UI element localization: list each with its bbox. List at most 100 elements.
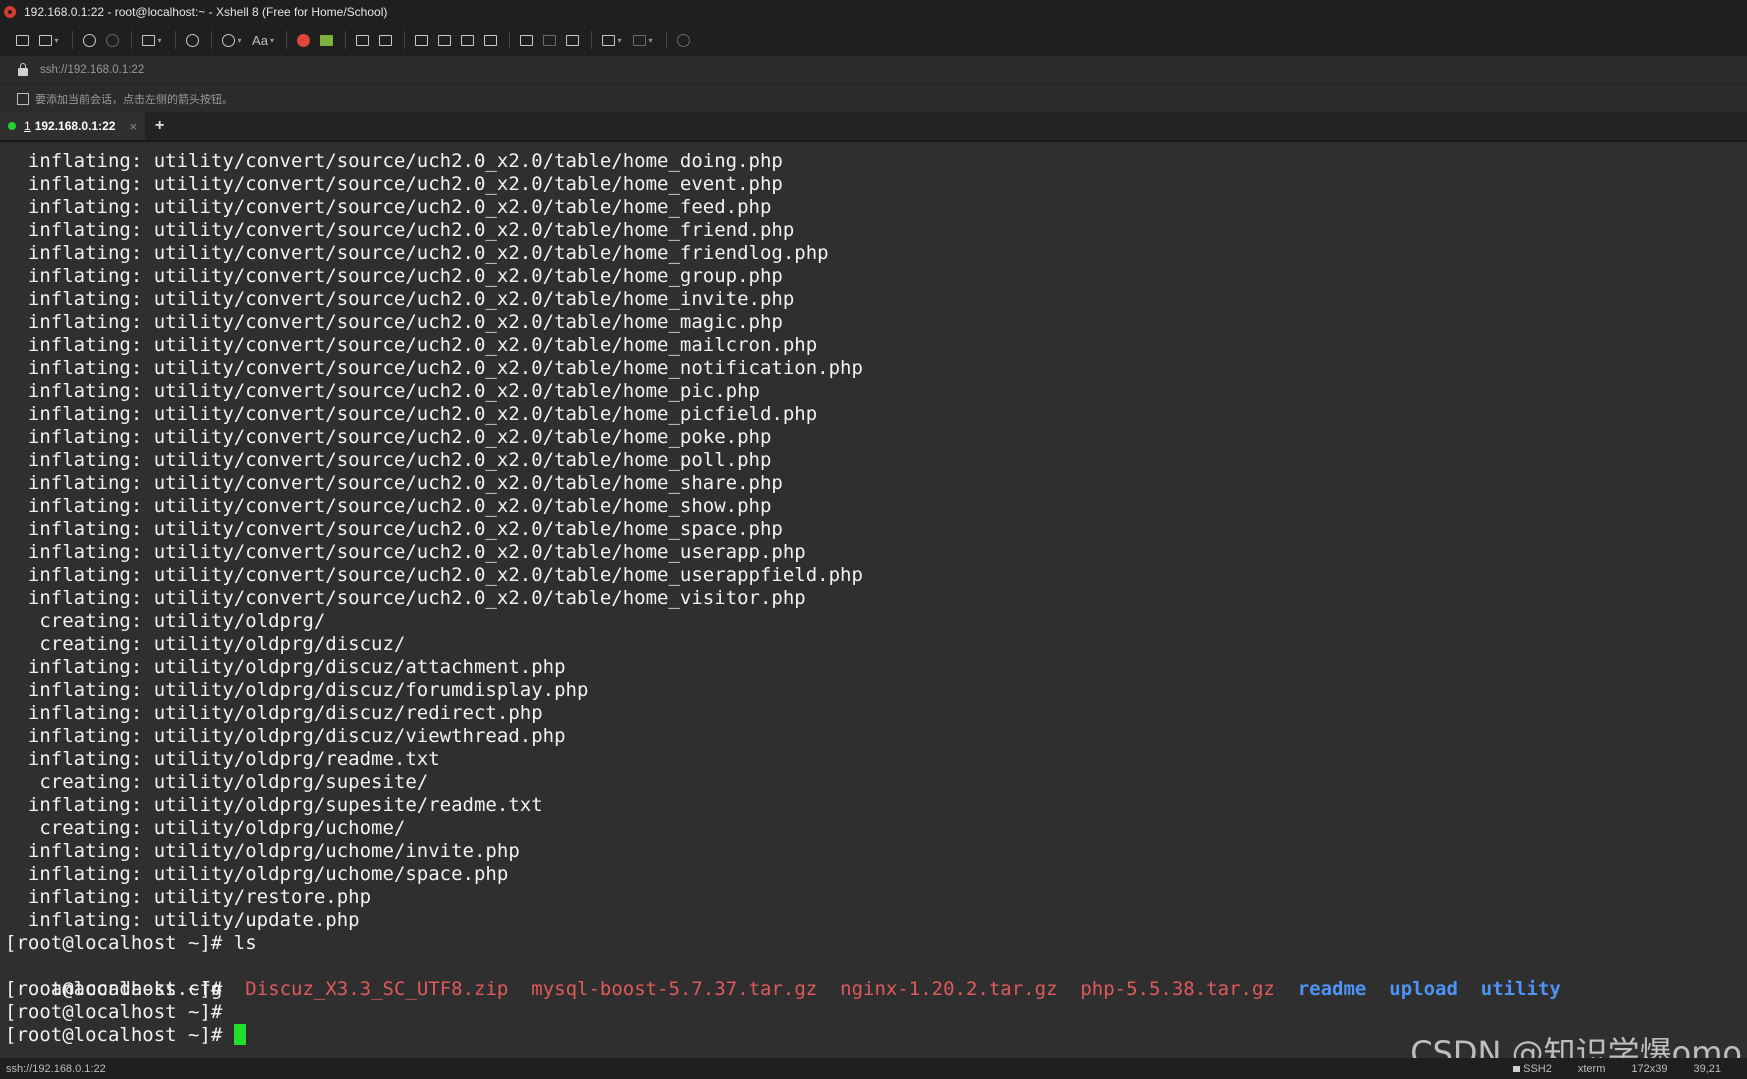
terminal-line: inflating: utility/convert/source/uch2.0… bbox=[5, 288, 795, 310]
ls-output-line: anaconda-ks.cfg Discuz_X3.3_SC_UTF8.zip … bbox=[0, 955, 1747, 1000]
new-window-icon[interactable] bbox=[138, 30, 166, 50]
terminal-line: inflating: utility/convert/source/uch2.0… bbox=[5, 518, 783, 540]
status-protocol: SSH2 bbox=[1513, 1063, 1552, 1075]
xshell-icon[interactable] bbox=[293, 30, 313, 50]
terminal-line: inflating: utility/convert/source/uch2.0… bbox=[5, 495, 772, 517]
transfer-icon[interactable] bbox=[457, 30, 477, 50]
toolbar-divider bbox=[286, 31, 287, 49]
new-session-icon[interactable] bbox=[12, 30, 32, 50]
terminal-line: creating: utility/oldprg/ bbox=[5, 610, 326, 632]
globe-icon[interactable] bbox=[218, 30, 246, 50]
terminal-cursor bbox=[233, 1024, 246, 1045]
terminal-line: creating: utility/oldprg/discuz/ bbox=[5, 633, 406, 655]
window-title: 192.168.0.1:22 - root@localhost:~ - Xshe… bbox=[24, 5, 388, 19]
toolbar-divider bbox=[509, 31, 510, 49]
status-address: ssh://192.168.0.1:22 bbox=[6, 1062, 106, 1075]
add-session-icon[interactable] bbox=[17, 92, 29, 105]
disconnect-icon[interactable] bbox=[102, 30, 122, 50]
terminal-line: inflating: utility/convert/source/uch2.0… bbox=[5, 564, 863, 586]
toolbar-divider bbox=[345, 31, 346, 49]
xftp-icon[interactable] bbox=[316, 30, 336, 50]
lock-icon bbox=[18, 63, 28, 76]
ls-entry: php-5.5.38.tar.gz bbox=[1080, 978, 1275, 1000]
reconnect-icon[interactable] bbox=[79, 30, 99, 50]
terminal-line: inflating: utility/convert/source/uch2.0… bbox=[5, 242, 829, 264]
lock-icon[interactable] bbox=[375, 30, 395, 50]
font-icon[interactable]: Aa bbox=[249, 30, 277, 50]
terminal-line: inflating: utility/convert/source/uch2.0… bbox=[5, 357, 863, 379]
terminal-line: inflating: utility/convert/source/uch2.0… bbox=[5, 587, 806, 609]
lock-icon bbox=[1513, 1065, 1521, 1072]
session-hint-bar: 要添加当前会话，点击左侧的箭头按钮。 bbox=[0, 85, 1747, 112]
prompt-text: [root@localhost ~]# bbox=[5, 1024, 234, 1046]
status-terminal-type: xterm bbox=[1577, 1062, 1606, 1075]
cascade-icon[interactable] bbox=[562, 30, 582, 50]
prompt-text: [root@localhost ~]# bbox=[5, 1001, 223, 1023]
toolbar-divider bbox=[131, 31, 132, 49]
terminal-line: inflating: utility/oldprg/uchome/invite.… bbox=[5, 840, 520, 862]
toolbar-divider bbox=[666, 31, 667, 49]
address-value[interactable]: ssh://192.168.0.1:22 bbox=[40, 64, 144, 76]
layout-icon[interactable] bbox=[598, 30, 626, 50]
status-bar: ssh://192.168.0.1:22 SSH2 xterm 172x39 3… bbox=[0, 1058, 1747, 1079]
terminal-line: creating: utility/oldprg/uchome/ bbox=[5, 817, 406, 839]
terminal-line: inflating: utility/oldprg/discuz/forumdi… bbox=[5, 679, 589, 701]
xshell-logo-icon bbox=[4, 5, 18, 19]
title-bar: 192.168.0.1:22 - root@localhost:~ - Xshe… bbox=[0, 0, 1747, 24]
terminal-line: inflating: utility/oldprg/readme.txt bbox=[5, 748, 440, 770]
terminal-line: inflating: utility/convert/source/uch2.0… bbox=[5, 150, 783, 172]
prompt-text: [root@localhost ~]# bbox=[5, 978, 223, 1000]
terminal-line: inflating: utility/oldprg/uchome/space.p… bbox=[5, 863, 509, 885]
tab-bar: 1 192.168.0.1:22 × + bbox=[0, 112, 1747, 142]
terminal-line: inflating: utility/convert/source/uch2.0… bbox=[5, 541, 806, 563]
tab-number: 1 bbox=[24, 119, 31, 133]
terminal-line: inflating: utility/oldprg/discuz/viewthr… bbox=[5, 725, 566, 747]
terminal-line: inflating: utility/convert/source/uch2.0… bbox=[5, 311, 783, 333]
close-tab-icon[interactable]: × bbox=[129, 119, 137, 134]
ls-entry: nginx-1.20.2.tar.gz bbox=[840, 978, 1058, 1000]
terminal-line: inflating: utility/convert/source/uch2.0… bbox=[5, 472, 783, 494]
ls-entry: Discuz_X3.3_SC_UTF8.zip bbox=[245, 978, 509, 1000]
script-icon[interactable] bbox=[480, 30, 500, 50]
terminal-line: inflating: utility/oldprg/discuz/attachm… bbox=[5, 656, 566, 678]
tab-session-1[interactable]: 1 192.168.0.1:22 × bbox=[0, 112, 146, 140]
status-protocol-text: SSH2 bbox=[1523, 1062, 1552, 1075]
tab-layout-icon[interactable] bbox=[629, 30, 657, 50]
terminal-line: inflating: utility/convert/source/uch2.0… bbox=[5, 403, 818, 425]
terminal-line: inflating: utility/convert/source/uch2.0… bbox=[5, 334, 818, 356]
ls-entry: readme bbox=[1297, 978, 1367, 1000]
connected-status-icon bbox=[8, 122, 16, 130]
fullscreen-icon[interactable] bbox=[352, 30, 372, 50]
tile-icon[interactable] bbox=[539, 30, 559, 50]
terminal-line: [root@localhost ~]# ls bbox=[5, 932, 257, 954]
status-cursor-position: 39,21 bbox=[1693, 1062, 1721, 1075]
new-tab-icon[interactable] bbox=[516, 30, 536, 50]
hint-text: 要添加当前会话，点击左侧的箭头按钮。 bbox=[35, 93, 233, 106]
prompt-line: [root@localhost ~]# bbox=[0, 1001, 1747, 1024]
compose-icon[interactable] bbox=[411, 30, 431, 50]
search-icon[interactable] bbox=[182, 30, 202, 50]
ls-entry: utility bbox=[1480, 978, 1561, 1000]
terminal-output[interactable]: inflating: utility/convert/source/uch2.0… bbox=[0, 150, 1747, 1058]
feedback-icon[interactable] bbox=[673, 30, 693, 50]
toolbar-divider bbox=[211, 31, 212, 49]
open-folder-icon[interactable] bbox=[35, 30, 63, 50]
toolbar-divider bbox=[72, 31, 73, 49]
tab-label: 192.168.0.1:22 bbox=[34, 119, 116, 133]
toolbar: Aa bbox=[0, 24, 1747, 56]
highlight-icon[interactable] bbox=[434, 30, 454, 50]
ls-entry: mysql-boost-5.7.37.tar.gz bbox=[531, 978, 818, 1000]
toolbar-divider bbox=[175, 31, 176, 49]
terminal-line: creating: utility/oldprg/supesite/ bbox=[5, 771, 429, 793]
toolbar-divider bbox=[404, 31, 405, 49]
ls-entry: upload bbox=[1389, 978, 1458, 1000]
new-tab-button[interactable]: + bbox=[155, 117, 164, 135]
terminal-line: inflating: utility/update.php bbox=[5, 909, 360, 931]
terminal-line: inflating: utility/convert/source/uch2.0… bbox=[5, 380, 760, 402]
status-size: 172x39 bbox=[1631, 1062, 1668, 1075]
terminal-line: inflating: utility/oldprg/supesite/readm… bbox=[5, 794, 543, 816]
address-bar[interactable]: ssh://192.168.0.1:22 bbox=[0, 56, 1747, 85]
terminal-line: inflating: utility/convert/source/uch2.0… bbox=[5, 449, 772, 471]
toolbar-divider bbox=[591, 31, 592, 49]
terminal-line: inflating: utility/oldprg/discuz/redirec… bbox=[5, 702, 543, 724]
